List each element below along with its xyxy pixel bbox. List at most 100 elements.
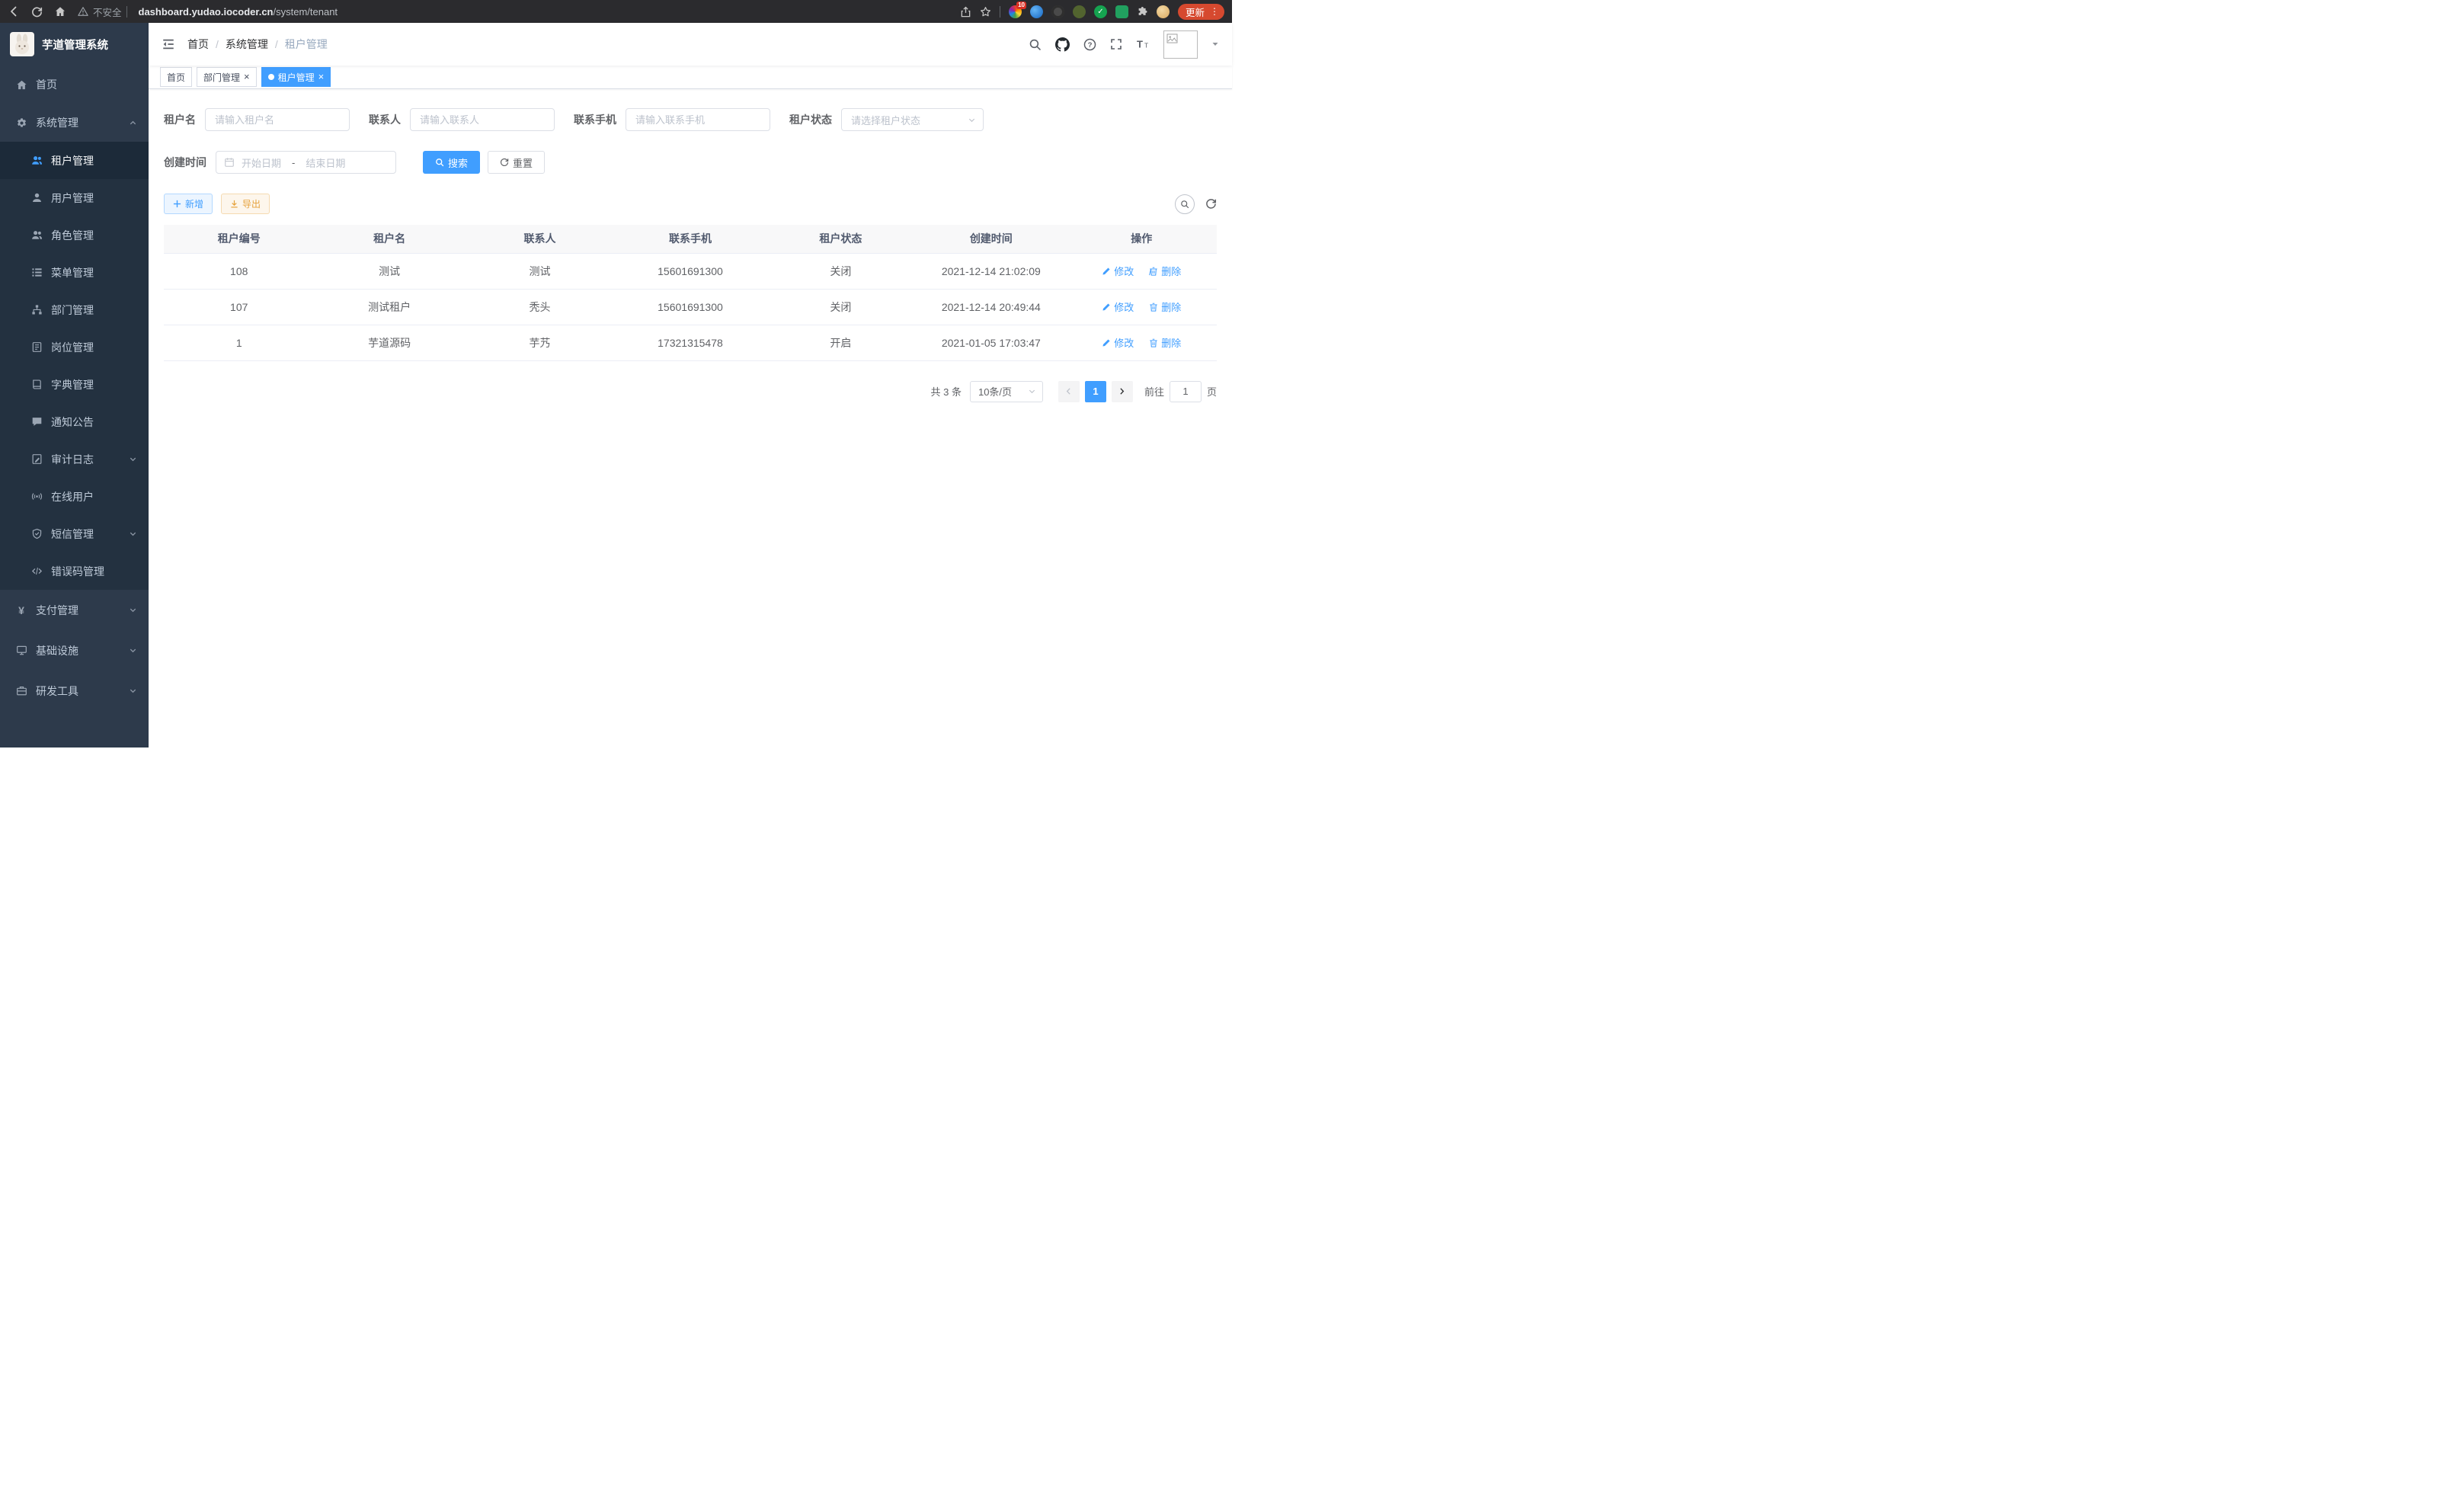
- sidebar-item-post[interactable]: 岗位管理: [0, 328, 149, 366]
- tenant-name-input[interactable]: [205, 108, 350, 131]
- cell-actions: 修改 删除: [1067, 289, 1217, 325]
- tab-tenant[interactable]: 租户管理 ×: [261, 67, 331, 87]
- fullscreen-icon[interactable]: [1110, 38, 1122, 50]
- cell-status: 开启: [766, 325, 916, 360]
- calendar-icon: [224, 157, 235, 168]
- breadcrumb-system[interactable]: 系统管理: [226, 37, 268, 52]
- extension-dark-icon[interactable]: [1051, 5, 1064, 18]
- edit-link[interactable]: 修改: [1102, 335, 1134, 350]
- breadcrumb-home[interactable]: 首页: [187, 37, 209, 52]
- id-card-icon: [30, 341, 43, 354]
- sidebar-item-audit-log[interactable]: 审计日志: [0, 440, 149, 478]
- search-icon[interactable]: [1029, 38, 1042, 51]
- sidebar-item-menu[interactable]: 菜单管理: [0, 254, 149, 291]
- next-page-button[interactable]: [1112, 381, 1133, 402]
- phone-input[interactable]: [626, 108, 770, 131]
- extension-green-square-icon[interactable]: [1115, 5, 1128, 18]
- sidebar-item-dev-tools[interactable]: 研发工具: [0, 671, 149, 711]
- sidebar-item-tenant[interactable]: 租户管理: [0, 142, 149, 179]
- toggle-search-icon[interactable]: [1175, 194, 1195, 214]
- add-button[interactable]: 新增: [164, 194, 213, 214]
- pagination: 共 3 条 10条/页 1 前往 页: [164, 381, 1217, 402]
- security-chip[interactable]: 不安全: [78, 5, 127, 19]
- pencil-icon: [1102, 338, 1111, 347]
- edit-link[interactable]: 修改: [1102, 264, 1134, 278]
- home-button-icon[interactable]: [54, 5, 66, 18]
- search-icon: [435, 158, 444, 167]
- sidebar-item-sms[interactable]: 短信管理: [0, 515, 149, 552]
- sidebar-fold-icon[interactable]: [162, 37, 175, 51]
- delete-link[interactable]: 删除: [1149, 299, 1181, 314]
- delete-link[interactable]: 删除: [1149, 264, 1181, 278]
- edit-link[interactable]: 修改: [1102, 299, 1134, 314]
- broken-image-icon: [1166, 34, 1178, 43]
- bookmark-star-icon[interactable]: [980, 6, 991, 18]
- avatar[interactable]: [1163, 30, 1198, 59]
- close-icon[interactable]: ×: [244, 73, 250, 81]
- sidebar-item-dict[interactable]: 字典管理: [0, 366, 149, 403]
- sidebar-item-role[interactable]: 角色管理: [0, 216, 149, 254]
- prev-page-button[interactable]: [1058, 381, 1080, 402]
- date-range-picker[interactable]: 开始日期 - 结束日期: [216, 151, 396, 174]
- sidebar-item-online-users[interactable]: 在线用户: [0, 478, 149, 515]
- browser-menu-icon[interactable]: ⋮: [1210, 7, 1219, 16]
- page-size-select[interactable]: 10条/页: [970, 381, 1043, 402]
- extension-olive-icon[interactable]: [1073, 5, 1086, 18]
- sidebar-logo[interactable]: 芋道管理系统: [0, 23, 149, 66]
- tab-home[interactable]: 首页: [160, 67, 192, 87]
- extensions-puzzle-icon[interactable]: [1137, 6, 1148, 18]
- export-button[interactable]: 导出: [221, 194, 270, 214]
- sidebar-item-infrastructure[interactable]: 基础设施: [0, 630, 149, 671]
- sidebar-item-notice[interactable]: 通知公告: [0, 403, 149, 440]
- sidebar-item-payment[interactable]: ¥ 支付管理: [0, 590, 149, 630]
- status-select[interactable]: 请选择租户状态: [841, 108, 984, 131]
- update-button[interactable]: 更新 ⋮: [1178, 4, 1224, 20]
- goto-label: 前往: [1144, 384, 1164, 399]
- trash-icon: [1149, 303, 1158, 312]
- search-button[interactable]: 搜索: [423, 151, 480, 174]
- extension-colorful-icon[interactable]: 10: [1009, 5, 1022, 18]
- users-icon: [30, 155, 43, 167]
- address-bar[interactable]: dashboard.yudao.iocoder.cn/system/tenant: [139, 6, 338, 18]
- cell-actions: 修改 删除: [1067, 325, 1217, 360]
- refresh-table-icon[interactable]: [1205, 198, 1217, 210]
- plus-icon: [173, 200, 181, 208]
- extension-blue-icon[interactable]: [1030, 5, 1043, 18]
- goto-page-input[interactable]: [1170, 381, 1202, 402]
- sidebar-item-home[interactable]: 首页: [0, 66, 149, 104]
- avatar-dropdown-caret-icon[interactable]: [1211, 40, 1219, 48]
- monitor-icon: [15, 645, 27, 657]
- page-content: 租户名 联系人 联系手机 租户状态 请选择租户状态: [149, 89, 1232, 748]
- github-icon[interactable]: [1055, 37, 1070, 52]
- tab-dept[interactable]: 部门管理 ×: [197, 67, 257, 87]
- sidebar-item-system[interactable]: 系统管理: [0, 104, 149, 142]
- yen-icon: ¥: [15, 604, 27, 616]
- svg-text:?: ?: [1088, 40, 1093, 49]
- sidebar-item-error-code[interactable]: 错误码管理: [0, 552, 149, 590]
- share-icon[interactable]: [960, 6, 971, 18]
- date-end[interactable]: 结束日期: [306, 155, 345, 170]
- sidebar-submenu-system: 租户管理 用户管理 角色管理 菜单管理: [0, 142, 149, 590]
- sidebar-item-user[interactable]: 用户管理: [0, 179, 149, 216]
- cell-contact: 测试: [465, 253, 615, 289]
- delete-link[interactable]: 删除: [1149, 335, 1181, 350]
- profile-avatar[interactable]: [1157, 5, 1170, 18]
- extension-green-check-icon[interactable]: ✓: [1094, 5, 1107, 18]
- extension-badge: 10: [1016, 2, 1026, 9]
- date-start[interactable]: 开始日期: [242, 155, 281, 170]
- close-icon[interactable]: ×: [318, 73, 325, 81]
- pencil-icon: [1102, 267, 1111, 276]
- refresh-icon: [500, 158, 509, 167]
- cell-name: 测试租户: [314, 289, 464, 325]
- cell-contact: 芋艿: [465, 325, 615, 360]
- contact-input[interactable]: [410, 108, 555, 131]
- help-icon[interactable]: ?: [1083, 38, 1096, 51]
- font-size-icon[interactable]: TT: [1136, 38, 1150, 50]
- page-number-button[interactable]: 1: [1085, 381, 1106, 402]
- reset-button[interactable]: 重置: [488, 151, 545, 174]
- filter-row-2: 创建时间 开始日期 - 结束日期 搜索 重置: [164, 151, 1217, 174]
- sidebar-item-dept[interactable]: 部门管理: [0, 291, 149, 328]
- filter-create-time: 创建时间 开始日期 - 结束日期: [164, 151, 396, 174]
- reload-icon[interactable]: [31, 6, 43, 18]
- back-icon[interactable]: [8, 5, 20, 18]
